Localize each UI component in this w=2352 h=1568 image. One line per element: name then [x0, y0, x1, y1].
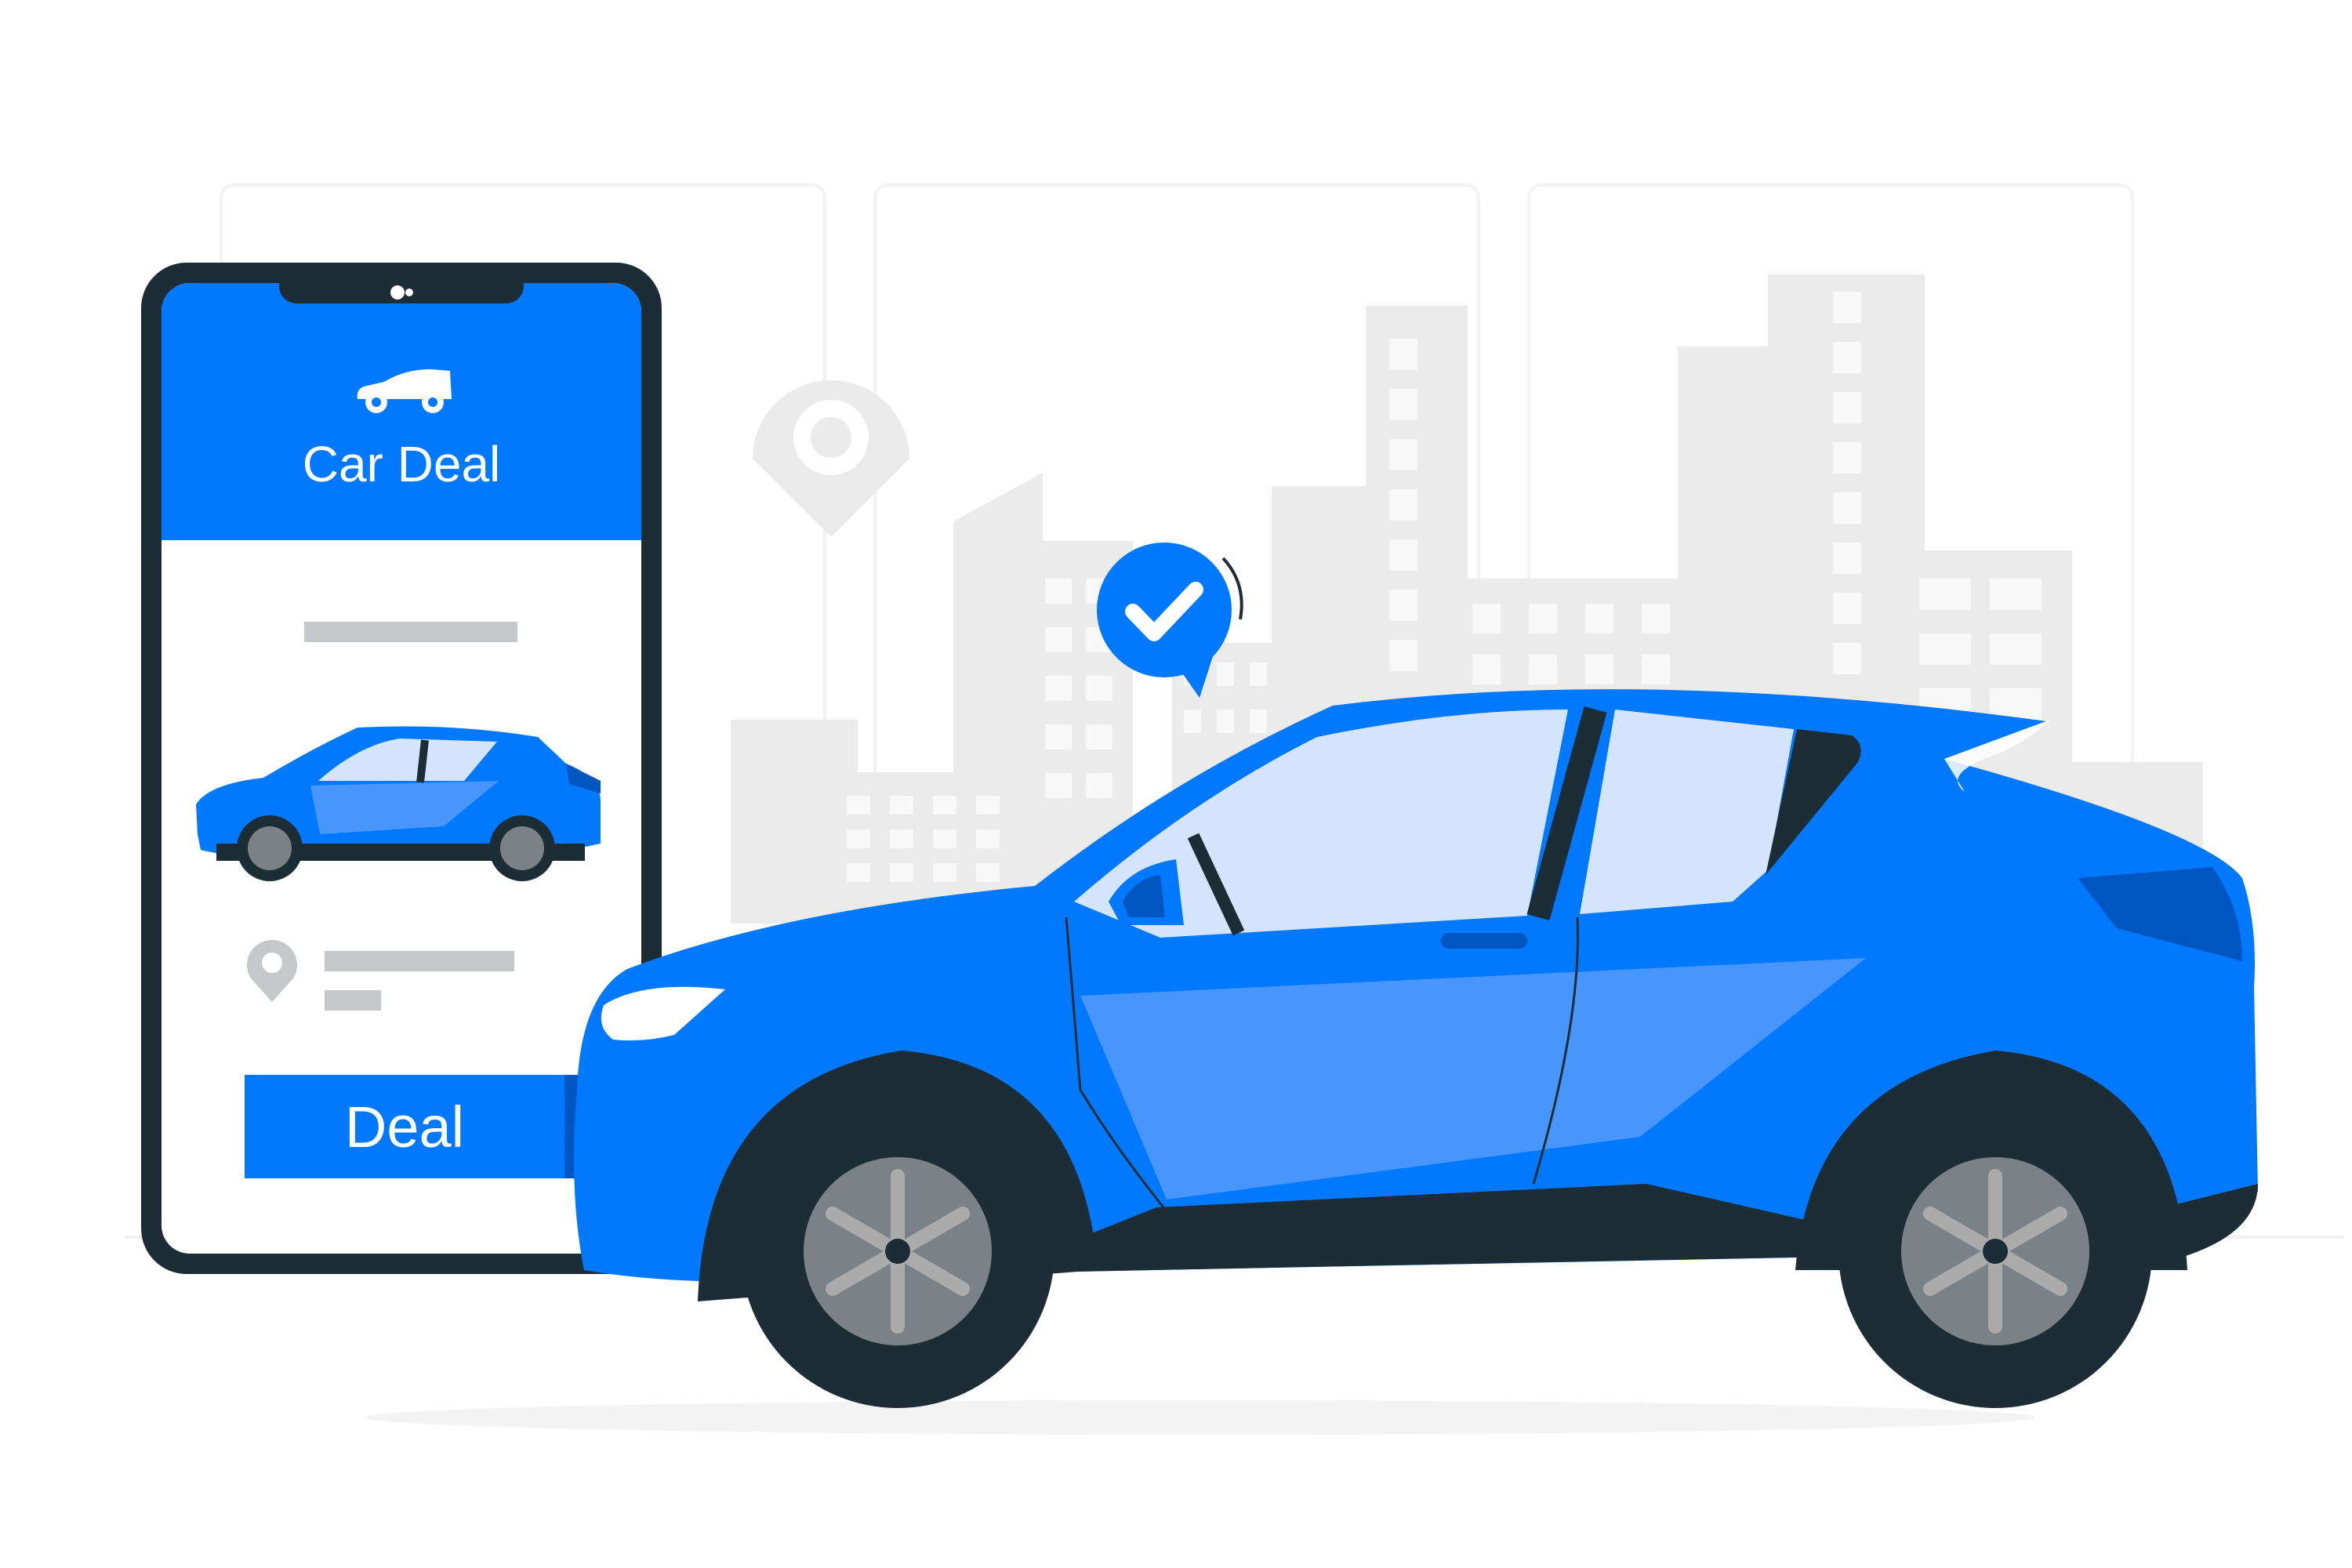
rear-wheel: [1838, 1094, 2152, 1408]
door-handle: [1441, 933, 1527, 949]
main-car: [574, 689, 2259, 1408]
front-wheel: [741, 1094, 1054, 1408]
foreground-graphics: [574, 543, 2259, 1408]
car-deal-illustration: Car Deal Deal: [0, 0, 2352, 1568]
checkmark-badge-icon: [1097, 543, 1243, 698]
